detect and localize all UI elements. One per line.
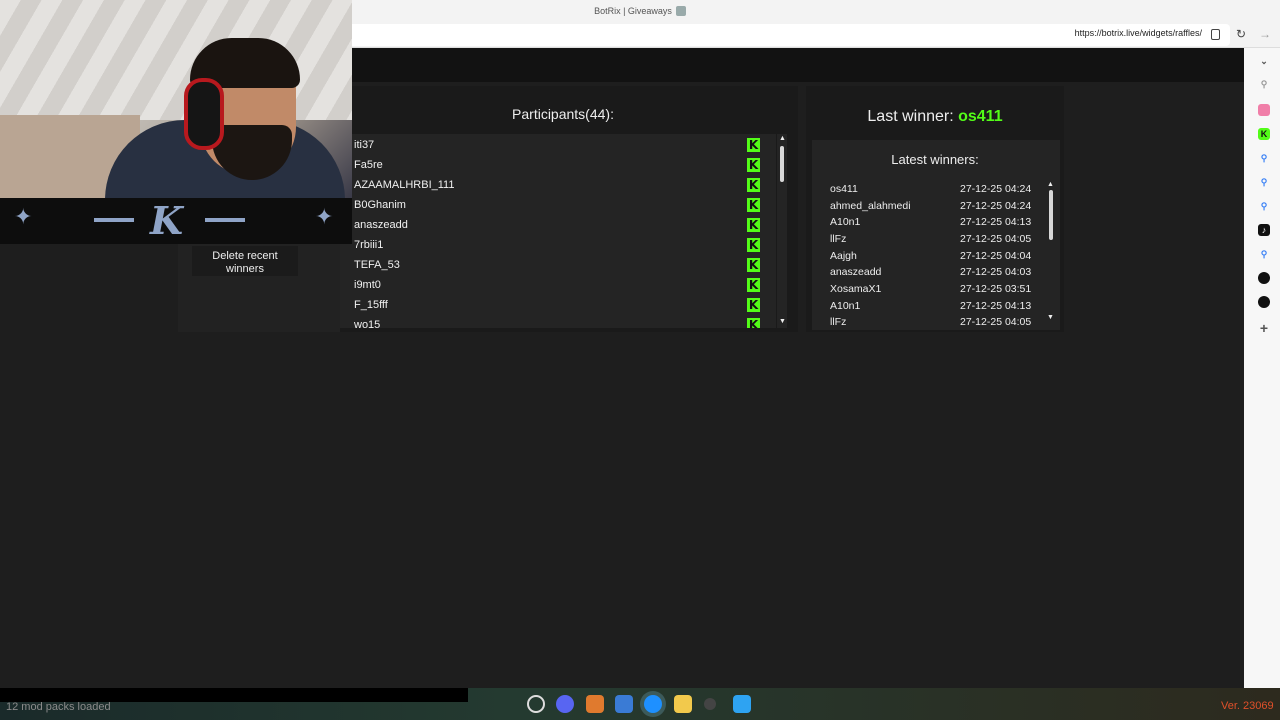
winner-date: 27-12-25 04:24 [960,183,1032,195]
participant-name: 7rbiii1 [354,239,384,251]
participant-name: wo15 [354,319,381,328]
winner-date: 27-12-25 04:05 [960,233,1032,245]
sparkle-icon: ✦ [14,204,33,229]
browser-sidebar [1244,48,1280,688]
search-icon-5[interactable]: ⚲ [1258,248,1270,260]
search-icon-4[interactable]: ⚲ [1258,200,1270,212]
winner-date: 27-12-25 04:24 [960,200,1032,212]
share-icon[interactable] [675,6,686,16]
winner-date: 27-12-25 04:03 [960,266,1032,278]
windows-start-icon[interactable] [733,695,751,713]
forward-icon[interactable]: → [1259,27,1271,41]
search-icon-3[interactable]: ⚲ [1258,176,1270,188]
participant-name: B0Ghanim [354,199,406,211]
delete-recent-winners-button[interactable]: Delete recent winners [192,246,298,276]
kick-icon: K [747,298,760,312]
lock-icon[interactable] [1211,29,1220,40]
kick-icon: K [747,138,760,152]
reload-icon[interactable]: ↻ [1236,27,1246,41]
participant-name: iti37 [354,139,375,151]
clock-app-icon[interactable] [527,695,545,713]
winner-name: XosamaX1 [830,283,882,295]
winner-date: 27-12-25 04:05 [960,316,1032,328]
winner-row-clip: llFz 27-12-25 04:05 [812,316,1046,328]
participant-name: Fa5re [354,159,383,171]
search-icon-2[interactable]: ⚲ [1258,152,1270,164]
webcam-wall [0,0,352,120]
mod-packs-status: 12 mod packs loaded [6,701,111,713]
store-icon[interactable] [615,695,633,713]
kick-sidebar-icon[interactable]: K [1258,128,1270,140]
scroll-up-arrow[interactable]: ▲ [779,135,786,142]
frame-dash [94,218,134,222]
participants-title: Participants(44): [512,106,614,122]
participants-list[interactable]: iti37 K Fa5re K AZAAMALHRBI_111 K B0Ghan… [340,134,776,328]
page-header [340,48,1244,82]
kick-icon: K [747,278,760,292]
headphones-icon [184,78,224,150]
scroll-down-arrow[interactable]: ▼ [779,318,786,325]
add-icon[interactable]: + [1258,321,1270,335]
frame-dash [205,218,245,222]
edge-icon[interactable] [644,695,662,713]
kick-icon: K [747,258,760,272]
participant-name: AZAAMALHRBI_111 [354,179,455,191]
tiktok-icon[interactable]: ♪ [1258,224,1270,236]
kick-icon: K [747,218,760,232]
kick-icon: K [747,318,760,328]
winner-date: 27-12-25 04:13 [960,216,1032,228]
kick-icon: K [747,198,760,212]
app-circle-icon[interactable] [704,698,716,710]
winner-date: 27-12-25 04:13 [960,300,1032,312]
participant-name: TEFA_53 [354,259,400,271]
winner-name: A10n1 [830,216,861,228]
webcam-overlay [0,0,352,198]
chevron-down-icon[interactable]: ⌄ [1258,55,1270,67]
participant-name: i9mt0 [354,279,381,291]
winner-name: ahmed_alahmedi [830,200,911,212]
winners-scroll-up-arrow[interactable]: ▲ [1047,181,1054,188]
app-icon[interactable] [1258,272,1270,284]
winner-name: os411 [830,183,858,195]
last-winner-heading: Last winner: os411 [867,108,1003,125]
participant-name: anaszeadd [354,219,408,231]
sparkle-icon: ✦ [315,204,334,229]
participant-name: F_15fff [354,299,388,311]
kick-icon: K [747,158,760,172]
winner-name: anaszeadd [830,266,882,278]
taskbar-overlay [0,688,468,702]
file-explorer-icon[interactable] [674,695,692,713]
app-icon-2[interactable] [1258,296,1270,308]
youtube-icon[interactable] [1258,104,1270,116]
latest-winners-title: Latest winners: [891,152,979,167]
url-text[interactable]: https://botrix.live/widgets/raffles/ [1075,28,1202,38]
winner-name: llFz [830,316,847,328]
participants-scroll-thumb[interactable] [780,146,784,182]
winner-name: A10n1 [830,300,861,312]
version-label: Ver. 23069 [1221,700,1274,712]
winner-name: llFz [830,233,847,245]
kick-icon: K [747,238,760,252]
app-a-icon[interactable] [586,695,604,713]
winners-scroll-down-arrow[interactable]: ▼ [1047,314,1054,321]
search-icon[interactable]: ⚲ [1258,78,1270,90]
last-winner-name: os411 [958,108,1003,125]
winners-scroll-thumb[interactable] [1049,190,1053,240]
winner-date: 27-12-25 03:51 [960,283,1032,295]
winner-date: 27-12-25 04:04 [960,250,1032,262]
streamer-logo: K [150,198,184,243]
winner-name: Aajgh [830,250,857,262]
kick-icon: K [747,178,760,192]
discord-icon[interactable] [556,695,574,713]
